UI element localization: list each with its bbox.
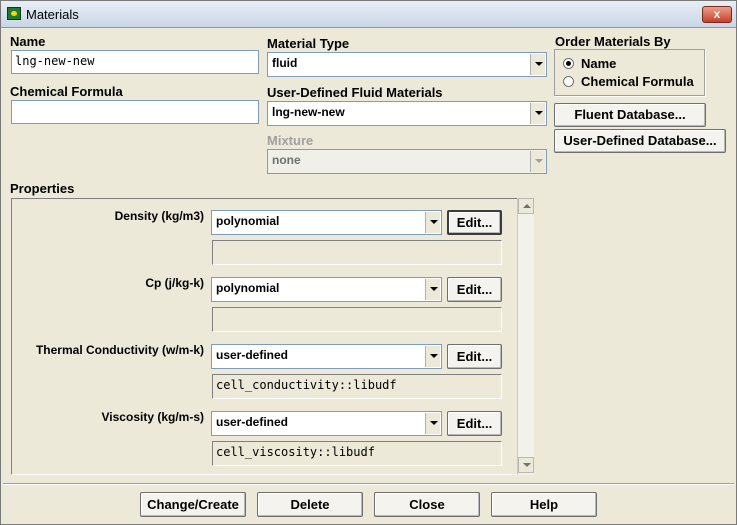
chevron-down-icon[interactable] xyxy=(530,103,545,124)
help-button[interactable]: Help xyxy=(491,492,597,517)
name-label: Name xyxy=(10,34,46,49)
cp-method-dropdown[interactable]: polynomial xyxy=(211,277,442,302)
user-defined-fluid-value: lng-new-new xyxy=(272,105,345,119)
density-detail-field xyxy=(212,240,502,265)
chevron-down-icon[interactable] xyxy=(425,346,440,367)
density-label: Density (kg/m3) xyxy=(114,209,204,223)
cp-detail-field xyxy=(212,307,502,332)
scroll-down-icon[interactable] xyxy=(518,457,534,473)
order-by-group: Name Chemical Formula xyxy=(554,49,705,96)
user-defined-database-button[interactable]: User-Defined Database... xyxy=(554,129,726,153)
chevron-down-icon xyxy=(530,151,545,172)
chemical-formula-input[interactable] xyxy=(11,100,259,124)
thermal-conductivity-detail-field: cell_conductivity::libudf xyxy=(212,374,502,399)
cp-edit-button[interactable]: Edit... xyxy=(447,277,502,302)
scroll-up-icon[interactable] xyxy=(518,198,534,214)
viscosity-edit-button[interactable]: Edit... xyxy=(447,411,502,436)
properties-label: Properties xyxy=(10,181,75,196)
properties-scrollbar[interactable] xyxy=(517,198,534,475)
order-by-label: Order Materials By xyxy=(555,34,671,49)
chevron-down-icon[interactable] xyxy=(530,54,545,75)
chemical-formula-label: Chemical Formula xyxy=(10,84,123,99)
window-close-button[interactable]: x xyxy=(702,6,732,23)
material-type-dropdown[interactable]: fluid xyxy=(267,52,547,77)
chevron-down-icon[interactable] xyxy=(425,279,440,300)
mixture-dropdown: none xyxy=(267,149,547,174)
change-create-button[interactable]: Change/Create xyxy=(140,492,246,517)
user-defined-fluid-label: User-Defined Fluid Materials xyxy=(267,85,443,100)
cp-label: Cp (j/kg-k) xyxy=(145,276,204,290)
title-bar[interactable]: Materials x xyxy=(1,1,736,28)
fluent-app-icon xyxy=(7,7,21,20)
thermal-conductivity-method-value: user-defined xyxy=(216,348,289,362)
mixture-label: Mixture xyxy=(267,133,314,148)
thermal-conductivity-label: Thermal Conductivity (w/m-k) xyxy=(35,343,204,357)
chevron-down-icon[interactable] xyxy=(425,212,440,233)
viscosity-detail-field: cell_viscosity::libudf xyxy=(212,441,502,466)
delete-button[interactable]: Delete xyxy=(257,492,363,517)
density-method-value: polynomial xyxy=(216,214,280,228)
density-method-dropdown[interactable]: polynomial xyxy=(211,210,442,235)
viscosity-label: Viscosity (kg/m-s) xyxy=(101,410,204,424)
density-edit-button[interactable]: Edit... xyxy=(447,210,502,235)
close-button[interactable]: Close xyxy=(374,492,480,517)
name-input[interactable]: lng-new-new xyxy=(11,50,259,74)
footer-separator xyxy=(3,483,734,485)
order-by-name-label[interactable]: Name xyxy=(581,56,616,71)
order-by-formula-label[interactable]: Chemical Formula xyxy=(581,74,694,89)
window-title: Materials xyxy=(26,7,79,22)
material-type-value: fluid xyxy=(272,56,298,70)
fluent-database-button[interactable]: Fluent Database... xyxy=(554,103,706,127)
cp-method-value: polynomial xyxy=(216,281,280,295)
thermal-conductivity-edit-button[interactable]: Edit... xyxy=(447,344,502,369)
chevron-down-icon[interactable] xyxy=(425,413,440,434)
viscosity-method-dropdown[interactable]: user-defined xyxy=(211,411,442,436)
order-by-name-radio[interactable] xyxy=(563,58,574,69)
material-type-label: Material Type xyxy=(267,36,350,51)
materials-dialog: Materials x Name lng-new-new Chemical Fo… xyxy=(0,0,737,525)
user-defined-fluid-dropdown[interactable]: lng-new-new xyxy=(267,101,547,126)
mixture-value: none xyxy=(272,153,301,167)
order-by-formula-radio[interactable] xyxy=(563,76,574,87)
viscosity-method-value: user-defined xyxy=(216,415,289,429)
thermal-conductivity-method-dropdown[interactable]: user-defined xyxy=(211,344,442,369)
